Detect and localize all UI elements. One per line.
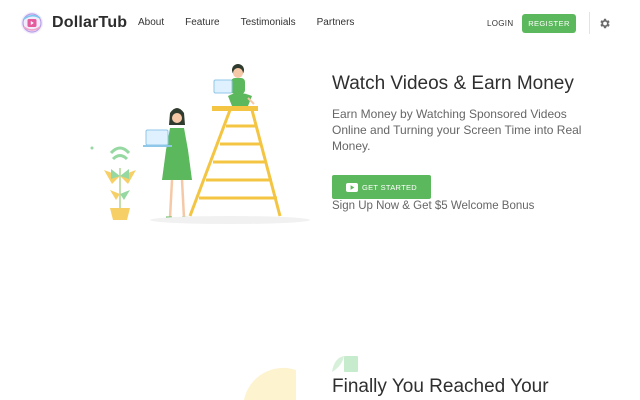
hero-illustration [90, 64, 310, 224]
yellow-circle-decoration [244, 367, 296, 400]
ground-shadow [150, 216, 310, 224]
nav-partners[interactable]: Partners [317, 17, 355, 28]
woman-figure [143, 108, 192, 220]
login-link[interactable]: LOGIN [487, 19, 513, 28]
get-started-label: GET STARTED [362, 182, 417, 192]
brand-logo[interactable]: DollarTub [20, 11, 127, 35]
brand-name: DollarTub [52, 14, 128, 31]
bonus-text: Sign Up Now & Get $5 Welcome Bonus [332, 200, 535, 212]
play-logo-icon [21, 12, 43, 34]
man-figure [213, 64, 255, 106]
section-title: Finally You Reached Your [332, 376, 549, 397]
gear-icon[interactable] [598, 17, 611, 30]
youtube-play-icon [346, 182, 358, 192]
top-navbar: DollarTub About Feature Testimonials Par… [0, 0, 640, 48]
plant-decoration [90, 146, 136, 220]
hero-subtitle: Earn Money by Watching Sponsored Videos … [332, 107, 582, 153]
register-button[interactable]: REGISTER [522, 14, 576, 33]
hero-title: Watch Videos & Earn Money [332, 73, 574, 94]
nav-divider [589, 12, 590, 34]
ladder [188, 106, 282, 217]
nav-testimonials[interactable]: Testimonials [241, 17, 296, 28]
main-menu: About Feature Testimonials Partners [138, 17, 354, 28]
green-leaf-decoration [332, 356, 358, 372]
get-started-button[interactable]: GET STARTED [332, 175, 431, 199]
nav-about[interactable]: About [138, 17, 164, 28]
nav-feature[interactable]: Feature [185, 17, 219, 28]
